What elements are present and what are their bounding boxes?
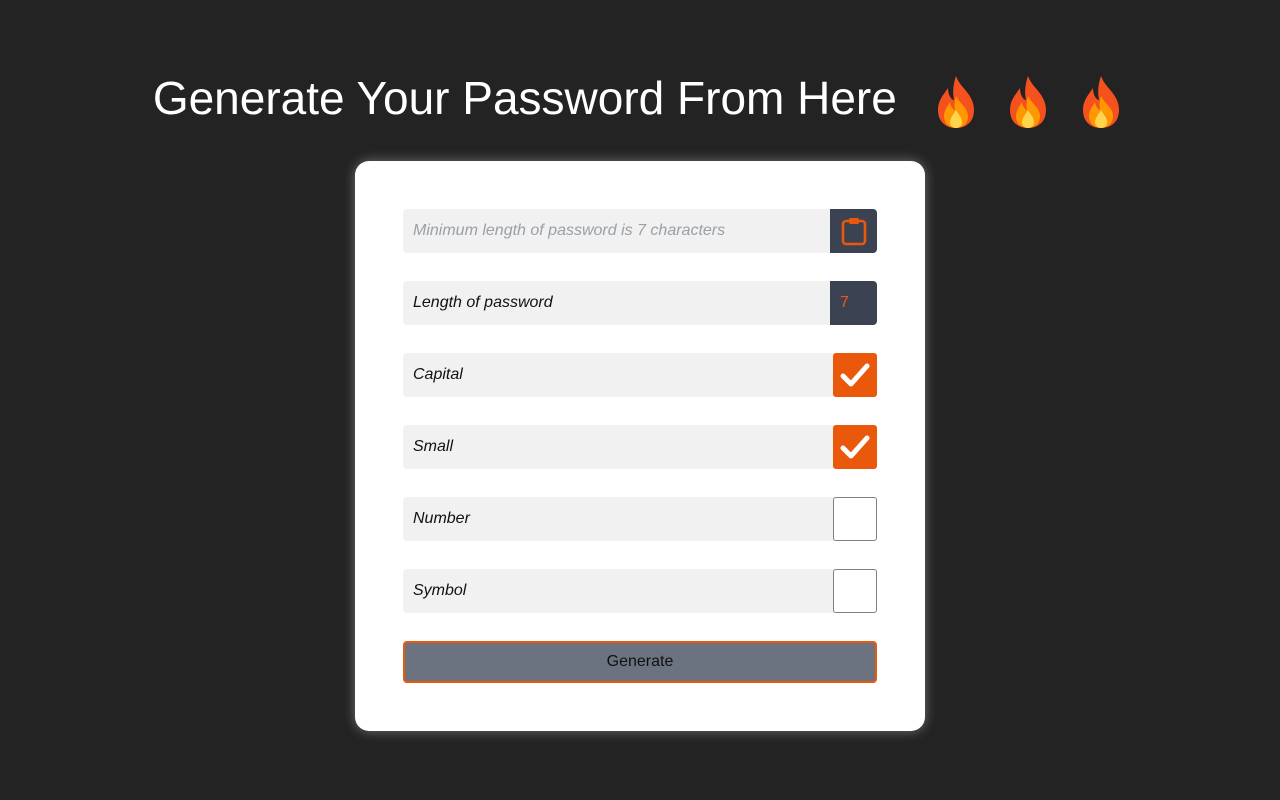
checkmark-icon [840, 363, 870, 387]
fire-icon [1083, 75, 1120, 128]
length-label: Length of password [413, 294, 553, 311]
clipboard-icon [841, 218, 866, 246]
header: Generate Your Password From Here [0, 62, 1280, 130]
small-checkbox[interactable] [833, 425, 877, 469]
option-number-row: Number [403, 497, 877, 541]
option-number-label: Number [413, 510, 470, 527]
option-capital-row: Capital [403, 353, 877, 397]
checkmark-icon [840, 435, 870, 459]
length-value: 7 [840, 294, 849, 311]
fire-icon [1010, 75, 1047, 128]
fire-icons [922, 66, 1128, 130]
capital-checkbox[interactable] [833, 353, 877, 397]
length-row: Length of password 7 [403, 281, 877, 325]
password-output-field[interactable]: Minimum length of password is 7 characte… [403, 209, 877, 253]
copy-button[interactable] [830, 209, 877, 253]
option-symbol-label: Symbol [413, 582, 467, 599]
option-small-row: Small [403, 425, 877, 469]
fire-icon [937, 75, 974, 128]
length-input[interactable]: 7 [830, 281, 877, 325]
page-title: Generate Your Password From Here [152, 71, 897, 124]
option-symbol-row: Symbol [403, 569, 877, 613]
generate-button[interactable]: Generate [403, 641, 877, 683]
option-small-label: Small [413, 438, 454, 455]
option-capital-label: Capital [413, 366, 463, 383]
password-generator-card: Minimum length of password is 7 characte… [355, 161, 925, 731]
number-checkbox[interactable] [833, 497, 877, 541]
password-output-placeholder: Minimum length of password is 7 characte… [413, 222, 726, 239]
symbol-checkbox[interactable] [833, 569, 877, 613]
page: Generate Your Password From Here Minimum… [0, 0, 1280, 800]
